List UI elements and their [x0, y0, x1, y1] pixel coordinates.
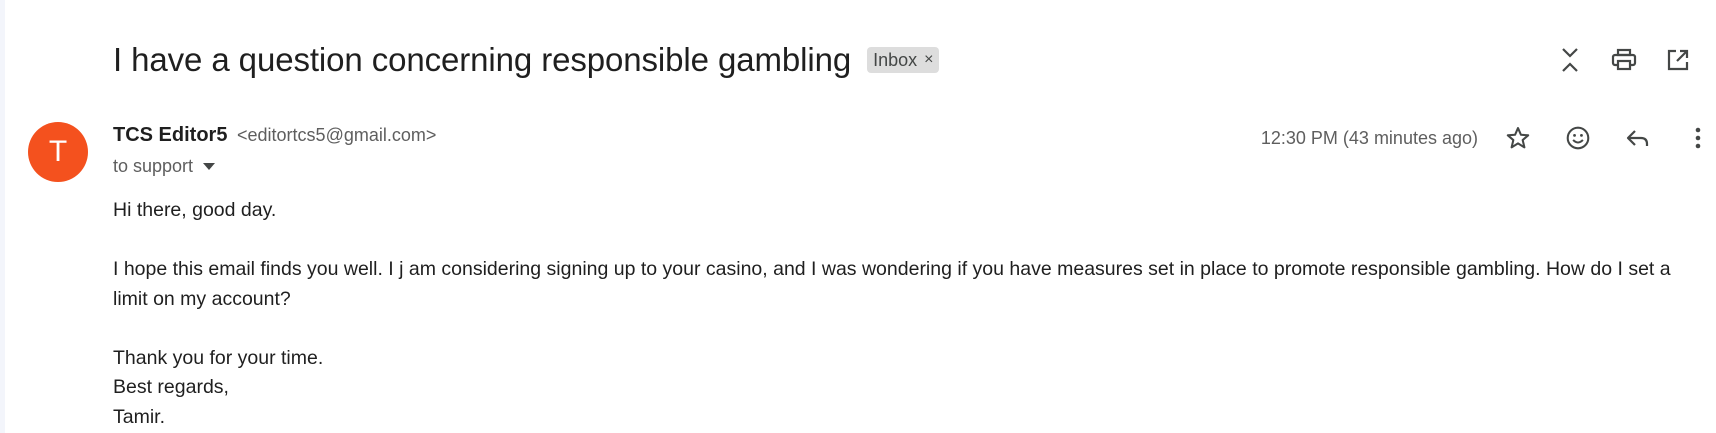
body-paragraph: I hope this email finds you well. I j am…: [113, 258, 1671, 310]
body-closing: Best regards,: [113, 376, 229, 398]
show-details-dropdown-icon[interactable]: [203, 163, 216, 170]
message-timestamp: 12:30 PM (43 minutes ago): [1260, 127, 1478, 148]
sender-email: <editortcs5@gmail.com>: [237, 125, 437, 145]
sender-line: TCS Editor5 <editortcs5@gmail.com>: [113, 124, 436, 147]
message-actions: [1500, 120, 1716, 156]
inbox-label-chip[interactable]: Inbox ×: [867, 47, 940, 73]
subject-header: I have a question concerning responsible…: [113, 36, 1696, 84]
body-thanks: Thank you for your time.: [113, 346, 324, 369]
body-signature: Tamir.: [113, 405, 166, 428]
subject-actions: [1552, 36, 1696, 84]
remove-label-icon[interactable]: ×: [924, 52, 933, 68]
open-in-new-window-icon[interactable]: [1660, 42, 1696, 78]
emoji-icon[interactable]: [1560, 120, 1596, 156]
message-body: Hi there, good day. I hope this email fi…: [113, 196, 1683, 432]
message-meta: 12:30 PM (43 minutes ago): [1261, 116, 1716, 160]
left-panel-edge: [0, 0, 5, 433]
print-icon[interactable]: [1606, 42, 1642, 78]
sender-avatar[interactable]: T: [28, 122, 88, 182]
email-subject: I have a question concerning responsible…: [113, 41, 852, 78]
label-name: Inbox: [873, 49, 918, 70]
star-icon[interactable]: [1500, 120, 1536, 156]
body-greeting: Hi there, good day.: [113, 199, 277, 221]
recipient-text: to support: [113, 156, 194, 176]
more-vert-icon[interactable]: [1680, 120, 1716, 156]
avatar-initial: T: [48, 135, 68, 168]
sender-name[interactable]: TCS Editor5: [113, 124, 227, 146]
recipients-toggle[interactable]: to support: [113, 156, 216, 177]
reply-icon[interactable]: [1620, 120, 1656, 156]
collapse-all-icon[interactable]: [1552, 42, 1588, 78]
